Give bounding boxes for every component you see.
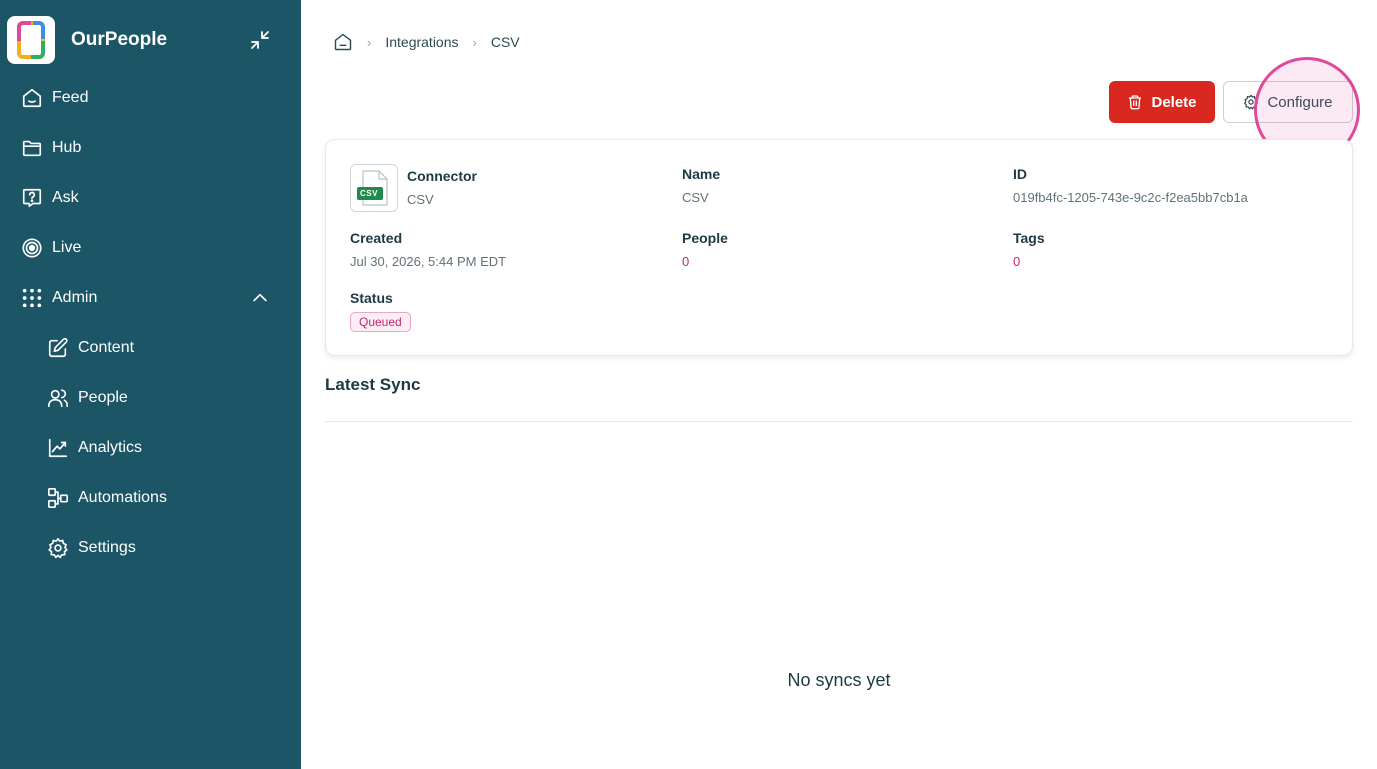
sidebar-item-automations[interactable]: Automations <box>46 473 280 523</box>
sidebar-item-people[interactable]: People <box>46 373 280 423</box>
status-badge: Queued <box>350 312 411 332</box>
id-label: ID <box>1013 166 1027 182</box>
home-icon <box>20 86 44 110</box>
name-label: Name <box>682 166 721 182</box>
sidebar-item-ask[interactable]: Ask <box>20 173 280 223</box>
sidebar-item-label: People <box>78 389 128 406</box>
breadcrumb-separator: › <box>472 34 477 50</box>
gear-icon <box>1244 94 1259 110</box>
people-count-link[interactable]: 0 <box>682 254 689 269</box>
tags-count-link[interactable]: 0 <box>1013 254 1020 269</box>
section-divider <box>325 421 1353 422</box>
gear-icon <box>46 536 70 560</box>
sidebar-item-label: Hub <box>52 139 82 156</box>
sidebar-item-label: Ask <box>52 189 79 206</box>
chevron-up-icon[interactable] <box>250 288 270 308</box>
sidebar-item-live[interactable]: Live <box>20 223 280 273</box>
sidebar-item-admin[interactable]: Admin <box>20 273 280 323</box>
chart-icon <box>46 436 70 460</box>
sidebar-item-label: Admin <box>52 289 98 306</box>
home-breadcrumb-icon[interactable] <box>333 32 353 52</box>
edit-icon <box>46 336 70 360</box>
delete-label: Delete <box>1151 93 1197 111</box>
question-icon <box>20 186 44 210</box>
sidebar-item-label: Automations <box>78 489 167 506</box>
users-icon <box>46 386 70 410</box>
empty-state-message: No syncs yet <box>787 670 891 690</box>
sidebar-item-content[interactable]: Content <box>46 323 280 373</box>
sidebar-item-analytics[interactable]: Analytics <box>46 423 280 473</box>
id-value: 019fb4fc-1205-743e-9c2c-f2ea5bb7cb1a <box>1013 190 1248 205</box>
logo-icon <box>17 21 45 59</box>
breadcrumb-integrations[interactable]: Integrations <box>385 34 458 50</box>
sidebar-item-label: Analytics <box>78 439 143 456</box>
delete-button[interactable]: Delete <box>1109 81 1215 123</box>
collapse-sidebar-icon[interactable] <box>248 28 272 52</box>
status-label: Status <box>350 290 393 306</box>
sidebar-item-label: Content <box>78 339 135 356</box>
created-value: Jul 30, 2026, 5:44 PM EDT <box>350 254 507 269</box>
created-label: Created <box>350 230 403 246</box>
sidebar-item-label: Settings <box>78 539 136 556</box>
sidebar: OurPeople Feed Hub Ask Live Admin Conten… <box>0 0 301 769</box>
breadcrumb: › Integrations › CSV <box>333 30 520 54</box>
connector-value: CSV <box>407 192 434 207</box>
breadcrumb-current: CSV <box>490 34 520 50</box>
name-value: CSV <box>682 190 709 205</box>
tags-label: Tags <box>1013 230 1045 246</box>
trash-icon <box>1129 95 1142 110</box>
sidebar-item-settings[interactable]: Settings <box>46 523 280 573</box>
connector-label: Connector <box>407 168 477 184</box>
breadcrumb-separator: › <box>367 34 372 50</box>
sidebar-item-hub[interactable]: Hub <box>20 123 280 173</box>
live-icon <box>20 236 44 260</box>
app-name: OurPeople <box>71 29 168 50</box>
people-label: People <box>682 230 728 246</box>
configure-label: Configure <box>1267 93 1333 111</box>
grid-icon <box>20 286 44 310</box>
sidebar-item-label: Live <box>52 239 82 256</box>
latest-sync-title: Latest Sync <box>325 375 421 394</box>
csv-badge-text: CSV <box>360 189 378 198</box>
brand: OurPeople <box>7 16 297 64</box>
integration-details-card: CSV Connector CSV Name CSV ID 019fb4fc-1… <box>325 139 1353 356</box>
sidebar-item-feed[interactable]: Feed <box>20 73 280 123</box>
folder-icon <box>20 136 44 160</box>
automation-icon <box>46 486 70 510</box>
configure-button[interactable]: Configure <box>1223 81 1353 123</box>
app-logo[interactable] <box>7 16 55 64</box>
sidebar-item-label: Feed <box>52 89 89 106</box>
csv-file-icon: CSV <box>350 164 398 212</box>
